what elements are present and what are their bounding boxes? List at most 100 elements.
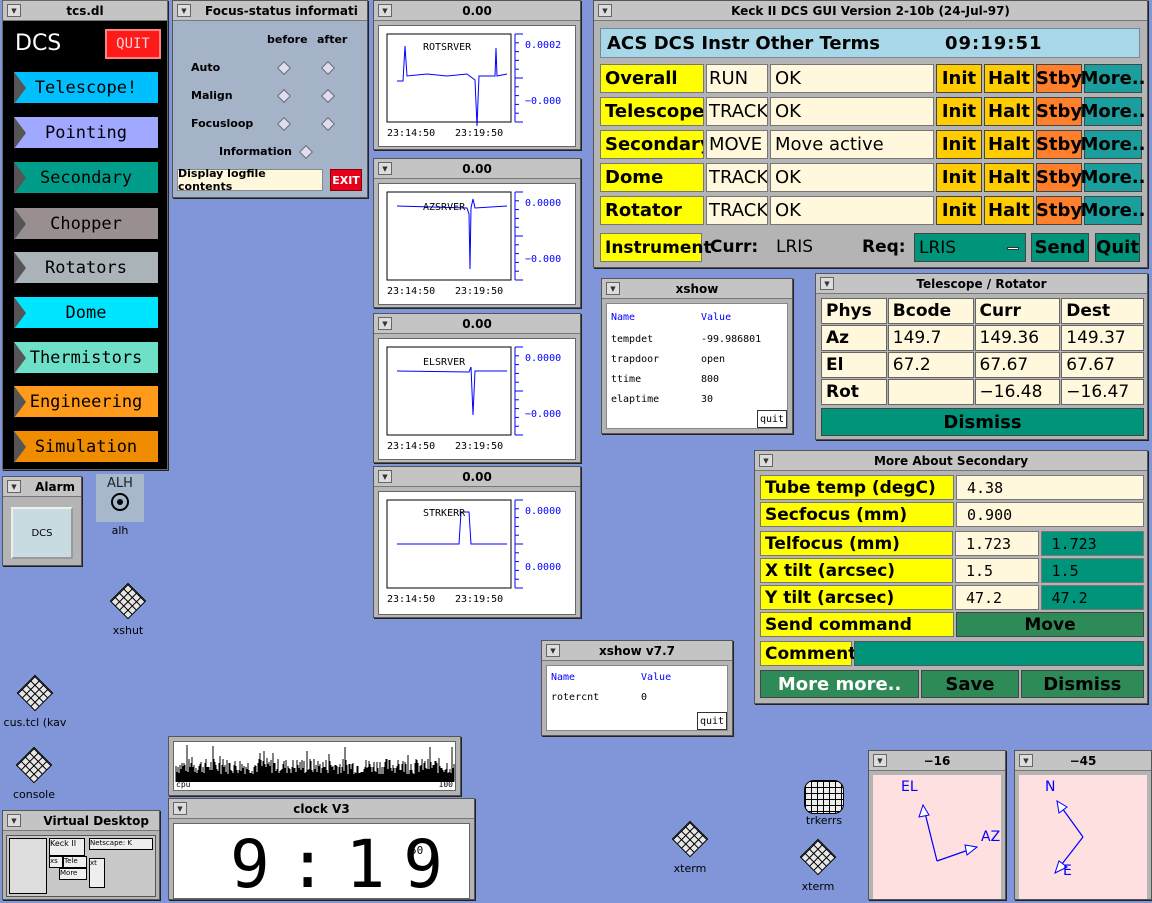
window-menu-icon[interactable]: ▼ [7, 480, 21, 493]
row-value: 0 [641, 692, 648, 703]
more-button[interactable]: More.. [1080, 163, 1146, 192]
window-menu-icon[interactable]: ▼ [173, 802, 187, 815]
secondary-titlebar[interactable]: ▼ More About Secondary [755, 451, 1147, 471]
window-menu-icon[interactable]: ▼ [7, 4, 21, 17]
init-button[interactable]: Init [936, 163, 982, 192]
before-toggle[interactable] [276, 116, 292, 132]
window-menu-icon[interactable]: ▼ [546, 644, 560, 657]
telrot-axis: Az [821, 325, 887, 351]
init-button[interactable]: Init [936, 97, 982, 126]
secondary-row-input[interactable]: 1.5 [1040, 558, 1145, 583]
halt-button[interactable]: Halt [984, 97, 1034, 126]
more-button[interactable]: More.. [1080, 64, 1146, 93]
plot-titlebar[interactable]: ▼ 0.00 [374, 1, 580, 21]
after-toggle[interactable] [320, 116, 336, 132]
exit-button[interactable]: EXIT [330, 169, 362, 191]
before-toggle[interactable] [276, 60, 292, 76]
tcs-button-telescope[interactable]: Telescope! [13, 71, 159, 104]
compass2-titlebar[interactable]: ▼ −45 [1015, 751, 1151, 771]
window-menu-icon[interactable]: ▼ [378, 162, 392, 175]
init-button[interactable]: Init [936, 64, 982, 93]
stby-button[interactable]: Stby [1036, 97, 1082, 126]
plot-y-lo: 0.0000 [525, 562, 562, 573]
tcs-button-pointing[interactable]: Pointing [13, 116, 159, 149]
xterm-icon-1[interactable]: xterm [662, 820, 718, 875]
xshut-icon[interactable]: xshut [100, 582, 156, 637]
stby-button[interactable]: Stby [1036, 64, 1082, 93]
xshow2-quit-button[interactable]: quit [697, 712, 727, 730]
vdesk-titlebar[interactable]: ▼ Virtual Desktop [3, 811, 159, 831]
stby-button[interactable]: Stby [1036, 163, 1082, 192]
keck-titlebar[interactable]: ▼ Keck II DCS GUI Version 2-10b (24-Jul-9… [594, 1, 1147, 21]
req-select[interactable]: LRIS [914, 233, 1026, 262]
xterm-icon-2[interactable]: xterm [790, 838, 846, 893]
window-menu-icon[interactable]: ▼ [378, 4, 392, 17]
cus-icon[interactable]: cus.tcl (kav [0, 674, 70, 729]
window-menu-icon[interactable]: ▼ [759, 454, 773, 467]
send-button[interactable]: Send [1031, 233, 1089, 262]
xshow2-titlebar[interactable]: ▼ xshow v7.7 [542, 641, 732, 661]
window-menu-icon[interactable]: ▼ [177, 4, 191, 17]
window-menu-icon[interactable]: ▼ [378, 470, 392, 483]
plot-titlebar[interactable]: ▼ 0.00 [374, 314, 580, 334]
compass1-titlebar[interactable]: ▼ −16 [869, 751, 1005, 771]
window-menu-icon[interactable]: ▼ [598, 4, 612, 17]
menu-items[interactable]: ACS DCS Instr Other Terms [607, 33, 880, 54]
move-button[interactable]: Move [956, 612, 1144, 637]
alarm-titlebar[interactable]: ▼ Alarm [3, 477, 81, 497]
window-menu-icon[interactable]: ▼ [378, 317, 392, 330]
window-menu-icon[interactable]: ▼ [7, 814, 21, 827]
after-toggle[interactable] [320, 88, 336, 104]
plot-titlebar[interactable]: ▼ 0.00 [374, 467, 580, 487]
tcs-quit-button[interactable]: QUIT [105, 29, 161, 59]
init-button[interactable]: Init [936, 196, 982, 225]
window-menu-icon[interactable]: ▼ [606, 282, 620, 295]
xshow-titlebar[interactable]: ▼ xshow [602, 279, 792, 299]
before-toggle[interactable] [276, 88, 292, 104]
alarm-dcs-button[interactable]: DCS [11, 507, 73, 559]
halt-button[interactable]: Halt [984, 130, 1034, 159]
console-icon[interactable]: console [6, 746, 62, 801]
telrot-value: 67.2 [887, 352, 974, 378]
tcs-button-engineering[interactable]: Engineering [13, 385, 159, 418]
secondary-dismiss-button[interactable]: Dismiss [1020, 670, 1144, 698]
window-menu-icon[interactable]: ▼ [1019, 754, 1033, 767]
stby-button[interactable]: Stby [1036, 130, 1082, 159]
more-button[interactable]: More.. [1080, 130, 1146, 159]
save-button[interactable]: Save [921, 670, 1019, 698]
plot-titlebar[interactable]: ▼ 0.00 [374, 159, 580, 179]
telrot-dismiss-button[interactable]: Dismiss [821, 408, 1144, 436]
halt-button[interactable]: Halt [984, 196, 1034, 225]
init-button[interactable]: Init [936, 130, 982, 159]
tcs-button-simulation[interactable]: Simulation [13, 430, 159, 463]
tcs-button-thermistors[interactable]: Thermistors [13, 341, 159, 374]
secondary-row-input[interactable]: 1.723 [1040, 531, 1145, 556]
quit-button[interactable]: Quit [1095, 233, 1140, 262]
focus-titlebar[interactable]: ▼ Focus-status informati [173, 1, 367, 21]
tcs-button-rotators[interactable]: Rotators [13, 251, 159, 284]
window-menu-icon[interactable]: ▼ [873, 754, 887, 767]
xshow-quit-button[interactable]: quit [757, 410, 787, 428]
tcs-button-secondary[interactable]: Secondary [13, 161, 159, 194]
clock-titlebar[interactable]: ▼ clock V3 [169, 799, 474, 819]
tcs-button-chopper[interactable]: Chopper [13, 207, 159, 240]
display-logfile-button[interactable]: Display logfile contents [177, 167, 323, 193]
alh-icon[interactable]: ALH alh [95, 474, 145, 537]
telrot-titlebar[interactable]: ▼ Telescope / Rotator [816, 274, 1147, 294]
tcs-button-dome[interactable]: Dome [13, 296, 159, 329]
after-toggle[interactable] [320, 60, 336, 76]
window-menu-icon[interactable]: ▼ [820, 277, 834, 290]
more-button[interactable]: More.. [1080, 97, 1146, 126]
trkerrs-icon[interactable]: trkerrs [796, 780, 852, 827]
stby-button[interactable]: Stby [1036, 196, 1082, 225]
halt-button[interactable]: Halt [984, 64, 1034, 93]
more-button[interactable]: More.. [1080, 196, 1146, 225]
halt-button[interactable]: Halt [984, 163, 1034, 192]
secondary-row-input[interactable]: 47.2 [1040, 585, 1145, 610]
keck-title: Keck II DCS GUI Version 2-10b (24-Jul-97… [731, 3, 1010, 18]
tcs-titlebar[interactable]: ▼ tcs.dl [3, 1, 167, 21]
more-more-button[interactable]: More more.. [760, 670, 920, 698]
comment-input[interactable] [854, 641, 1144, 666]
information-toggle[interactable] [298, 144, 314, 160]
vdesk-pager[interactable]: Keck II Netscape: K xs Tele xt More [6, 835, 156, 897]
